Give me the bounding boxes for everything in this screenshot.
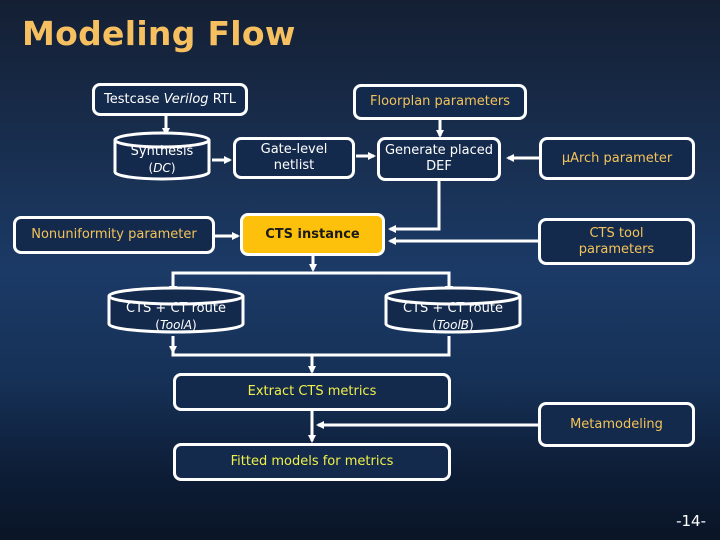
cts-instance-label: CTS instance xyxy=(265,226,360,242)
arrow-def-ctsinstance xyxy=(388,180,441,233)
route-b-label: CTS + CT route xyxy=(403,301,503,316)
uarch-label: µArch parameter xyxy=(561,150,673,166)
def-line1: Generate placed xyxy=(384,143,494,158)
synthesis-database[interactable]: Synthesis (DC) xyxy=(112,130,212,182)
gatelevel-line2: netlist xyxy=(273,158,315,173)
def-line2: DEF xyxy=(426,159,452,174)
floorplan-label: Floorplan parameters xyxy=(370,94,510,109)
metamodeling-box[interactable]: Metamodeling xyxy=(538,402,695,447)
cts-route-toolb-database[interactable]: CTS + CT route (ToolB) xyxy=(383,284,523,336)
synthesis-label: Synthesis xyxy=(130,144,194,159)
extract-label: Extract CTS metrics xyxy=(247,384,377,399)
nonuniformity-parameter-box[interactable]: Nonuniformity parameter xyxy=(13,216,215,254)
floorplan-parameters-box[interactable]: Floorplan parameters xyxy=(353,84,527,120)
uarch-parameter-box[interactable]: µArch parameter xyxy=(539,137,695,180)
testcase-rtl-box[interactable]: Testcase Verilog RTL xyxy=(92,83,248,116)
route-a-label: CTS + CT route xyxy=(126,301,226,316)
cts-tool-parameters-box[interactable]: CTS tool parameters xyxy=(538,218,695,265)
nonuniformity-label: Nonuniformity parameter xyxy=(31,227,197,242)
gatelevel-line1: Gate-level xyxy=(260,142,328,157)
metamodeling-label: Metamodeling xyxy=(570,416,663,432)
ctstool-line1: CTS tool xyxy=(589,225,644,241)
extract-cts-metrics-box[interactable]: Extract CTS metrics xyxy=(173,373,451,411)
route-a-tool: (ToolA) xyxy=(155,318,197,332)
testcase-label: Testcase Verilog RTL xyxy=(104,91,236,107)
fitted-label: Fitted models for metrics xyxy=(230,454,394,469)
merge-line xyxy=(171,336,451,357)
gate-level-netlist-box[interactable]: Gate-level netlist xyxy=(233,137,355,179)
route-b-tool: (ToolB) xyxy=(432,318,474,332)
cts-route-toola-database[interactable]: CTS + CT route (ToolA) xyxy=(106,284,246,336)
cts-instance-box[interactable]: CTS instance xyxy=(240,213,385,256)
page-number: -14- xyxy=(676,512,706,530)
synthesis-tool: (DC) xyxy=(148,161,176,175)
ctstool-line2: parameters xyxy=(578,241,655,257)
fitted-models-box[interactable]: Fitted models for metrics xyxy=(173,443,451,481)
generate-placed-def-box[interactable]: Generate placed DEF xyxy=(377,137,501,181)
